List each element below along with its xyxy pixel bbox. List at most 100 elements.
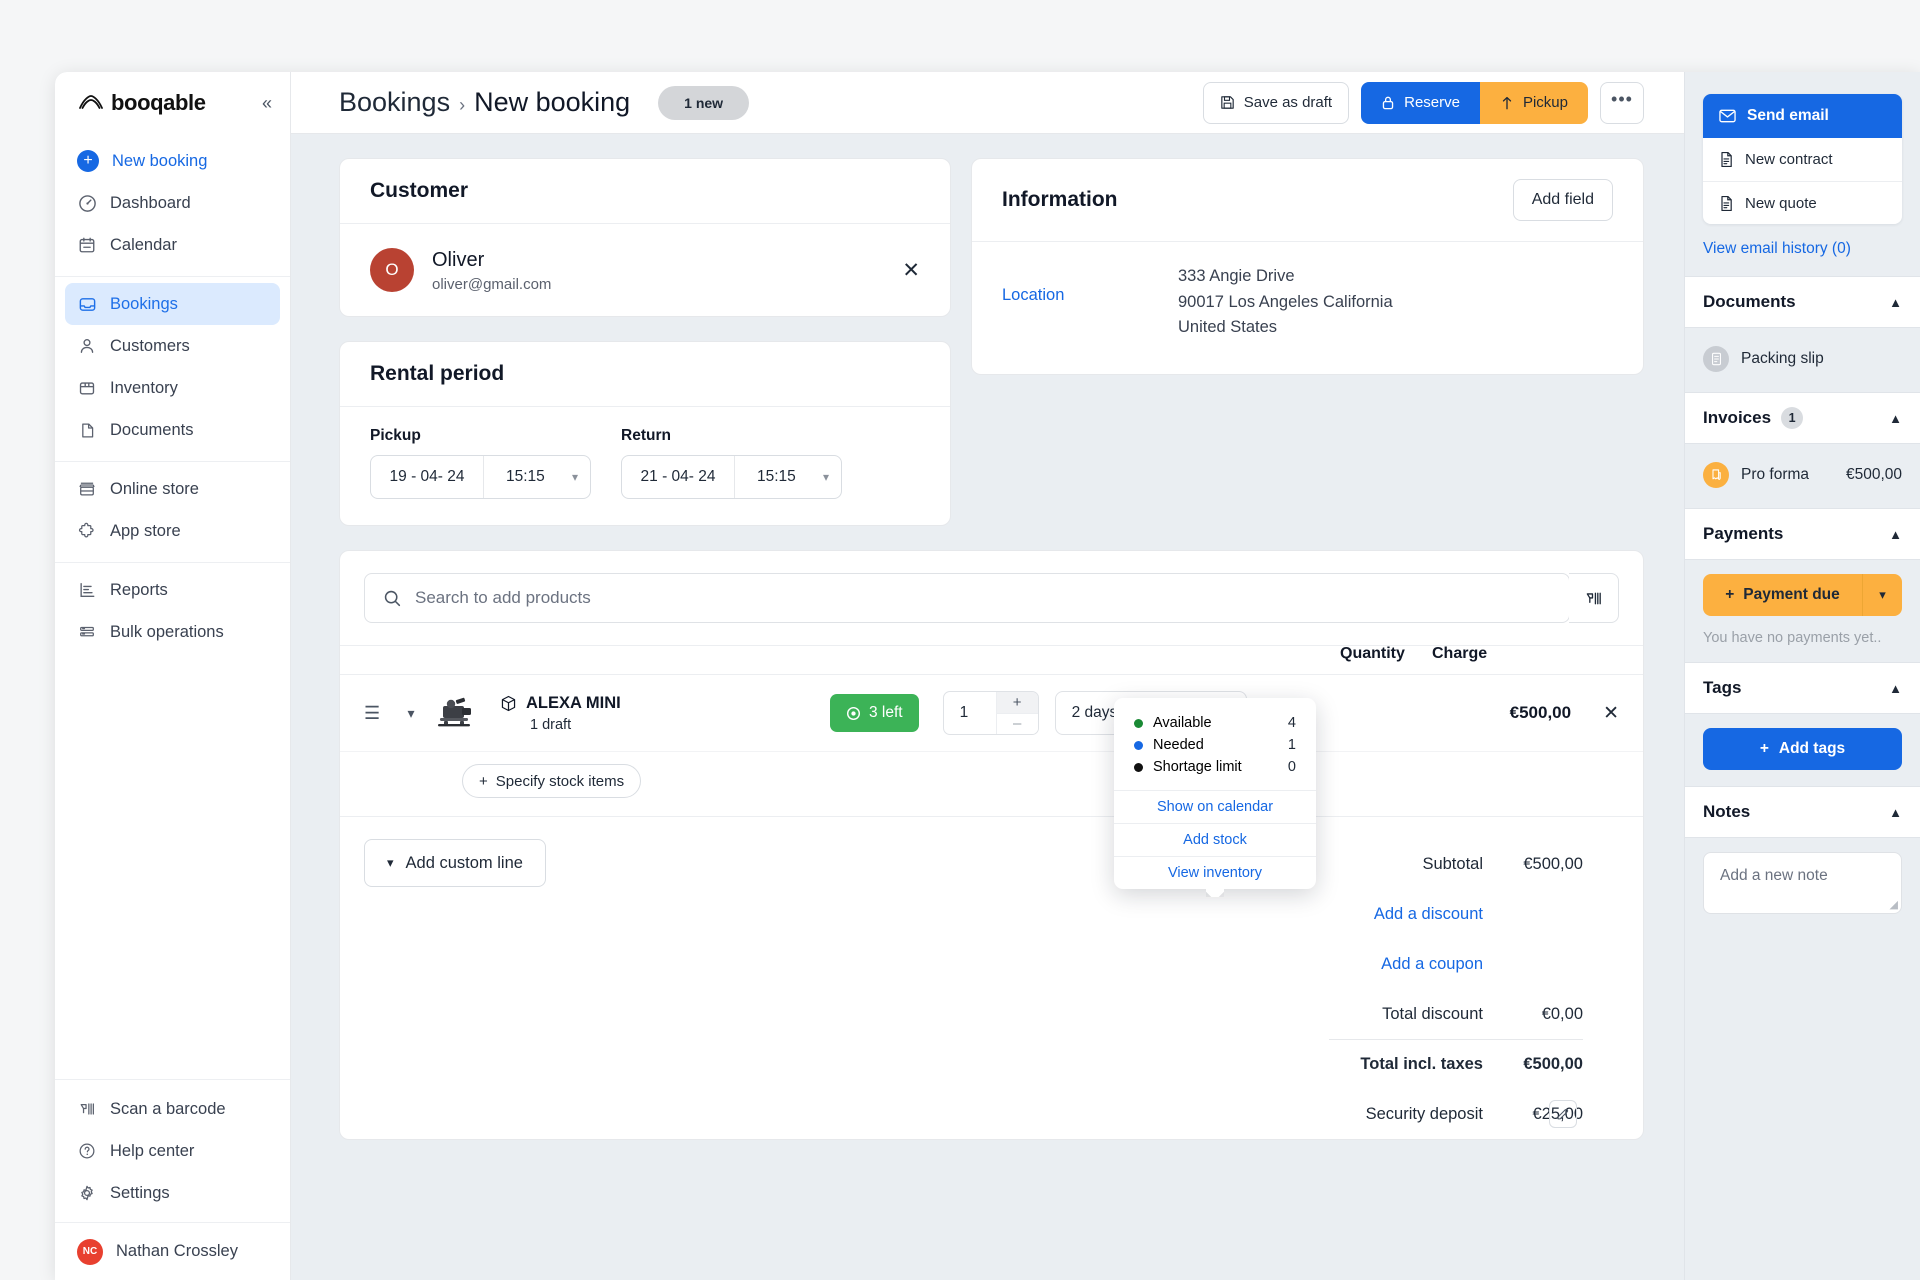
- return-time-select[interactable]: 15:15 ▾: [735, 456, 841, 498]
- sidebar-item-scan-barcode[interactable]: Scan a barcode: [65, 1088, 280, 1130]
- chevron-up-icon[interactable]: ▲: [1889, 527, 1902, 542]
- search-input[interactable]: [415, 588, 1551, 608]
- popover-arrow: [1206, 888, 1224, 897]
- edit-deposit-icon[interactable]: [1549, 1100, 1577, 1128]
- payment-due-dropdown-chevron-icon[interactable]: ▾: [1862, 574, 1902, 616]
- main-column: Bookings › New booking 1 new Save as dra…: [291, 72, 1684, 1280]
- sidebar-user-name: Nathan Crossley: [116, 1242, 238, 1260]
- close-icon[interactable]: ✕: [902, 260, 920, 281]
- chevron-up-icon[interactable]: ▲: [1889, 411, 1902, 426]
- stock-availability-badge[interactable]: 3 left: [830, 694, 919, 732]
- specify-stock-items-button[interactable]: + Specify stock items: [462, 764, 642, 798]
- reserve-button[interactable]: Reserve: [1361, 81, 1480, 124]
- new-quote-button[interactable]: New quote: [1703, 181, 1902, 224]
- quantity-increase-button[interactable]: +: [996, 692, 1038, 713]
- product-name[interactable]: ALEXA MINI: [526, 694, 621, 713]
- sidebar-item-reports[interactable]: Reports: [65, 569, 280, 611]
- new-note-input[interactable]: Add a new note ◢: [1703, 852, 1902, 914]
- pickup-date-input[interactable]: 19 - 04- 24: [371, 456, 484, 498]
- location-line-3: United States: [1178, 318, 1278, 337]
- add-discount-link[interactable]: Add a discount: [1374, 905, 1483, 924]
- add-tags-button[interactable]: + Add tags: [1703, 728, 1902, 770]
- arrow-up-icon: [1500, 95, 1514, 111]
- chevron-up-icon[interactable]: ▲: [1889, 295, 1902, 310]
- search-input-wrapper[interactable]: [364, 573, 1570, 623]
- rental-period-title: Rental period: [340, 342, 950, 407]
- email-actions-card: Send email New contract New quote: [1703, 94, 1902, 224]
- return-time-value: 15:15: [757, 468, 796, 485]
- totals-row-add-coupon: Add a coupon: [1329, 939, 1583, 989]
- add-field-button[interactable]: Add field: [1512, 179, 1613, 221]
- sidebar-item-online-store[interactable]: Online store: [65, 468, 280, 510]
- sidebar-item-help-center[interactable]: Help center: [65, 1130, 280, 1172]
- email-actions-section: Send email New contract New quote: [1685, 72, 1920, 224]
- collapse-sidebar-icon[interactable]: «: [262, 94, 272, 112]
- sidebar-item-settings[interactable]: Settings: [65, 1172, 280, 1214]
- documents-section-header: Documents ▲: [1685, 276, 1920, 328]
- status-dot-needed-icon: [1134, 740, 1143, 750]
- new-contract-button[interactable]: New contract: [1703, 138, 1902, 181]
- resize-grip-icon[interactable]: ◢: [1890, 898, 1898, 911]
- sidebar-item-label: Dashboard: [110, 193, 191, 212]
- drag-handle-icon[interactable]: ☰: [364, 703, 390, 724]
- expand-row-chevron-icon[interactable]: ▾: [390, 705, 432, 722]
- availability-stat-needed: Needed 1: [1114, 734, 1316, 756]
- breadcrumb-bookings[interactable]: Bookings: [339, 87, 450, 118]
- pickup-time-select[interactable]: 15:15 ▾: [484, 456, 590, 498]
- send-email-button[interactable]: Send email: [1703, 94, 1902, 138]
- sidebar-item-inventory[interactable]: Inventory: [65, 367, 280, 409]
- add-stock-link[interactable]: Add stock: [1114, 823, 1316, 856]
- quantity-value[interactable]: 1: [944, 692, 996, 734]
- charge-period: 2 days: [1071, 704, 1118, 721]
- question-circle-icon: [77, 1141, 97, 1161]
- products-card: Quantity Charge ☰ ▾: [339, 550, 1644, 1140]
- location-label[interactable]: Location: [1002, 264, 1178, 346]
- sidebar-item-customers[interactable]: Customers: [65, 325, 280, 367]
- chevron-up-icon[interactable]: ▲: [1889, 805, 1902, 820]
- location-value: 333 Angie Drive 90017 Los Angeles Califo…: [1178, 264, 1393, 346]
- sidebar-item-new-booking[interactable]: + New booking: [65, 140, 280, 182]
- payments-section-header: Payments ▲: [1685, 508, 1920, 560]
- needed-label: Needed: [1153, 737, 1204, 753]
- sidebar-user[interactable]: NC Nathan Crossley: [55, 1222, 290, 1280]
- pickup-button[interactable]: Pickup: [1479, 81, 1588, 124]
- add-custom-line-button[interactable]: ▾ Add custom line: [364, 839, 546, 887]
- chevron-up-icon[interactable]: ▲: [1889, 681, 1902, 696]
- view-email-history-link[interactable]: View email history (0): [1685, 224, 1920, 276]
- nav-group-main: + New booking Dashboard Calendar: [55, 134, 290, 276]
- payment-due-button[interactable]: + Payment due ▾: [1703, 574, 1902, 616]
- add-coupon-link[interactable]: Add a coupon: [1381, 955, 1483, 974]
- sidebar-item-app-store[interactable]: App store: [65, 510, 280, 552]
- product-info: ALEXA MINI 1 draft: [500, 694, 830, 733]
- total-incl-taxes-label: Total incl. taxes: [1360, 1055, 1483, 1073]
- remove-line-icon[interactable]: ✕: [1603, 702, 1619, 725]
- sidebar-item-bulk-operations[interactable]: Bulk operations: [65, 611, 280, 653]
- view-inventory-link[interactable]: View inventory: [1114, 856, 1316, 889]
- file-icon: [77, 420, 97, 440]
- status-dot-shortage-icon: [1134, 762, 1143, 772]
- more-actions-button[interactable]: •••: [1600, 81, 1644, 124]
- specify-stock-row: + Specify stock items: [340, 751, 1643, 816]
- quantity-stepper[interactable]: 1 + –: [942, 691, 1039, 735]
- document-icon: [1719, 195, 1734, 212]
- totals-section: ▾ Add custom line Subtotal €500,00 Add a…: [340, 816, 1643, 1139]
- save-as-draft-button[interactable]: Save as draft: [1202, 81, 1350, 124]
- invoices-count-badge: 1: [1781, 407, 1804, 429]
- sidebar-item-dashboard[interactable]: Dashboard: [65, 182, 280, 224]
- gear-icon: [77, 1183, 97, 1203]
- rental-period-body: Pickup 19 - 04- 24 15:15 ▾ Return 21 - 0…: [340, 407, 950, 525]
- return-date-input[interactable]: 21 - 04- 24: [622, 456, 735, 498]
- sidebar-item-documents[interactable]: Documents: [65, 409, 280, 451]
- document-packing-slip[interactable]: Packing slip: [1703, 342, 1902, 376]
- sidebar-item-bookings[interactable]: Bookings: [65, 283, 280, 325]
- sidebar: booqable « + New booking Dashboard Calen…: [55, 72, 291, 1280]
- invoice-pro-forma[interactable]: Pro forma €500,00: [1703, 458, 1902, 492]
- plus-icon: +: [479, 772, 488, 790]
- quantity-decrease-button[interactable]: –: [996, 712, 1038, 734]
- scan-barcode-button[interactable]: [1569, 573, 1619, 623]
- total-discount-label: Total discount: [1382, 1004, 1483, 1023]
- sidebar-item-calendar[interactable]: Calendar: [65, 224, 280, 266]
- sidebar-item-label: Customers: [110, 336, 190, 355]
- show-on-calendar-link[interactable]: Show on calendar: [1114, 790, 1316, 823]
- add-custom-line-label: Add custom line: [405, 853, 523, 872]
